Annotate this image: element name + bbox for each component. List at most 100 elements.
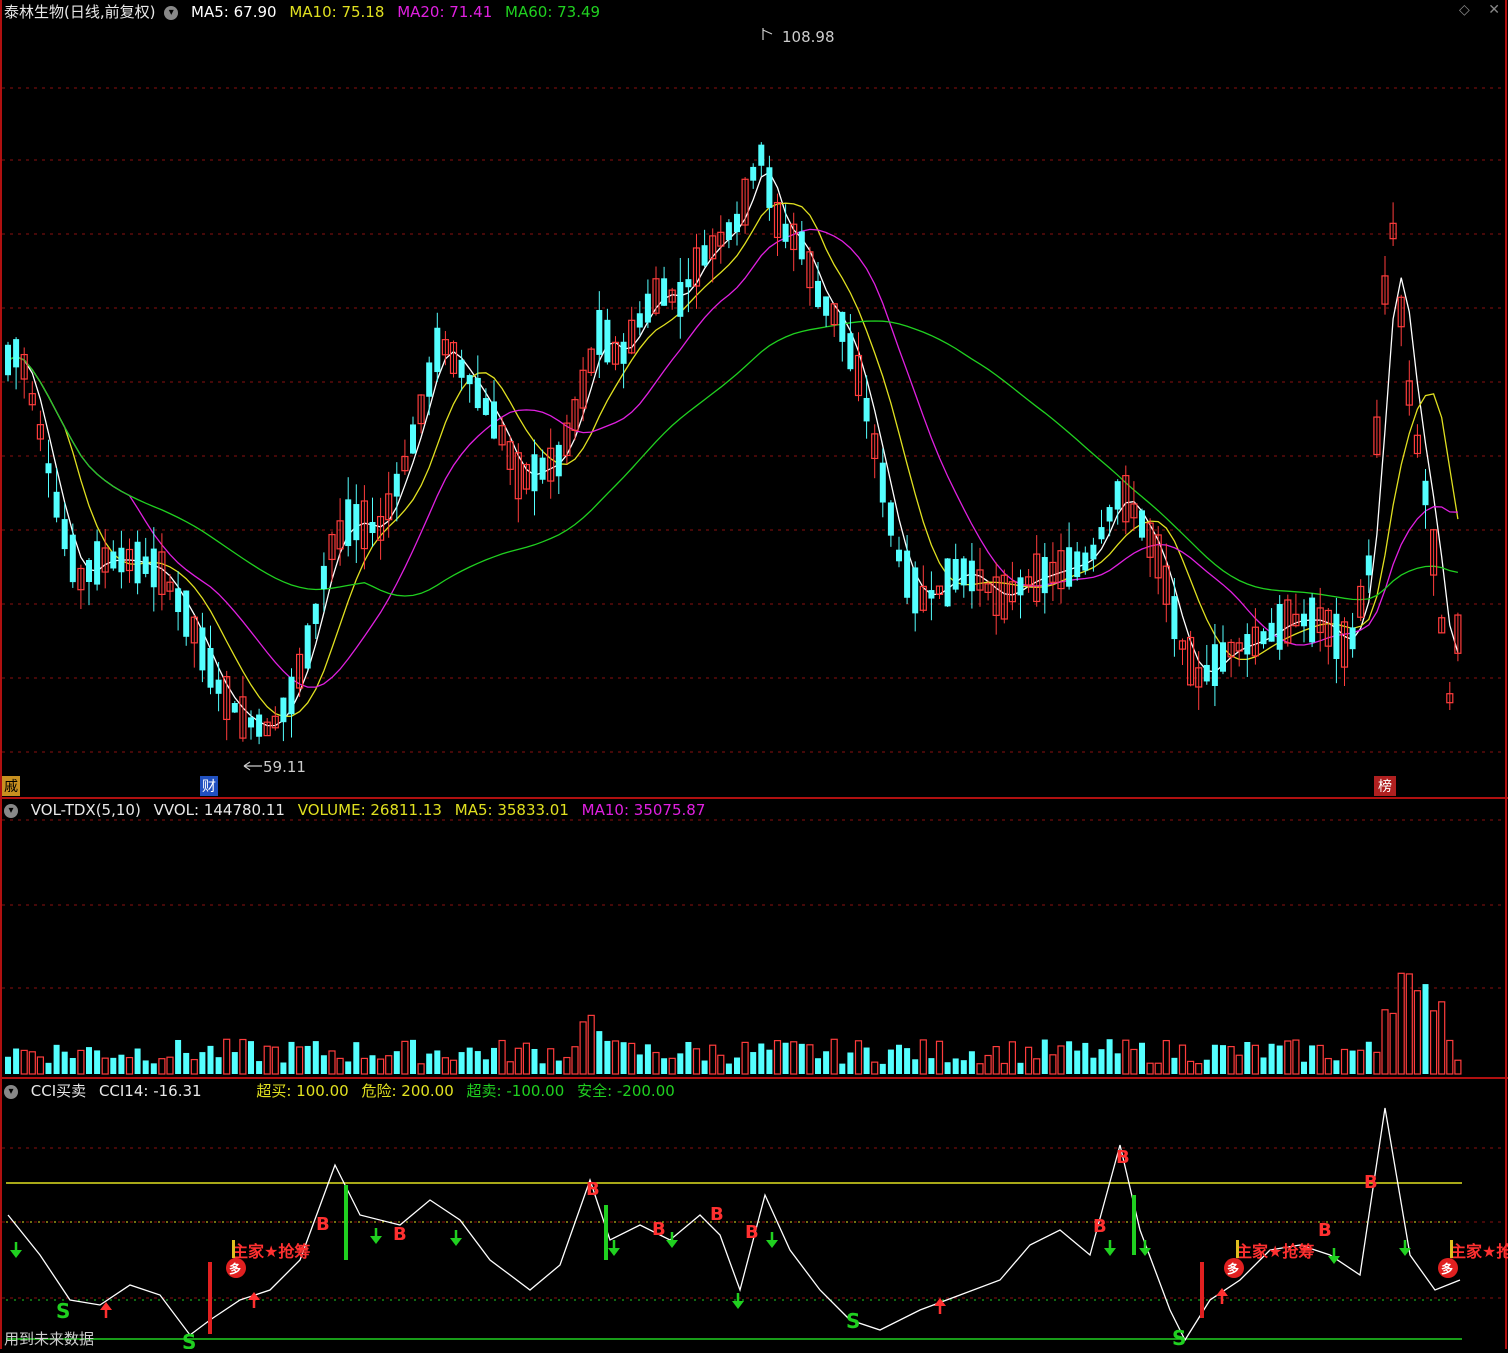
candle-body [1333, 613, 1340, 660]
candle-body [320, 565, 327, 589]
candle-body [94, 541, 101, 585]
stock-title: 泰林生物(日线,前复权) [4, 3, 156, 21]
volume-bar [410, 1039, 416, 1074]
candle-body [491, 401, 497, 439]
candle-body [1090, 544, 1097, 560]
candle-body [1139, 510, 1145, 538]
candle-body [353, 504, 360, 541]
candle-body [1268, 622, 1275, 642]
volume-bar [61, 1051, 68, 1074]
volume-bar [434, 1050, 441, 1074]
candle-body [904, 550, 911, 598]
chevron-down-icon[interactable]: ▾ [4, 1084, 18, 1099]
volume-bar [887, 1049, 894, 1074]
cci-panel-header: ▾ CCI买卖 CCI14: -16.31 超买: 100.00 危险: 200… [4, 1081, 683, 1101]
candle-body [604, 319, 611, 363]
candle-body [1211, 644, 1218, 687]
stock-chart[interactable]: BBBBBBBBBBSSSS多多多主家★抢筹主家★抢筹主家★抢筹 108.98 … [0, 0, 1508, 1353]
future-data-note: 用到未来数据 [4, 1330, 95, 1348]
candle-body [636, 313, 643, 328]
candle-body [175, 588, 182, 613]
volume-panel-header: ▾ VOL-TDX(5,10) VVOL: 144780.11 VOLUME: … [4, 800, 713, 820]
volume-bar [134, 1048, 141, 1074]
volume-bar [142, 1060, 149, 1074]
volume-bar [1171, 1057, 1178, 1074]
candle-body [1422, 480, 1429, 506]
volume-bar [604, 1040, 611, 1074]
candle-body [887, 502, 894, 536]
volume-bar [677, 1053, 684, 1074]
candle-body [86, 559, 92, 583]
chart-canvas[interactable]: BBBBBBBBBBSSSS多多多主家★抢筹主家★抢筹主家★抢筹 108.98 … [0, 0, 1508, 1353]
finance-event-tag[interactable]: 财 [200, 776, 218, 796]
volume-bar [1333, 1060, 1340, 1074]
volume-bar [280, 1062, 287, 1074]
volume-bar [353, 1042, 360, 1074]
candle-body [1244, 634, 1251, 655]
candle-body [369, 521, 376, 534]
candle-body [782, 223, 789, 242]
oversold-value: 超卖: -100.00 [466, 1082, 565, 1100]
signal-bar [1450, 1240, 1453, 1258]
volume-bar [207, 1045, 214, 1074]
candle-body [458, 359, 465, 378]
volume-bar [215, 1057, 222, 1074]
candle-body [952, 558, 959, 590]
candle-body [1301, 613, 1307, 627]
sell-marker: S [182, 1330, 196, 1349]
ma60-value: MA60: 73.49 [505, 3, 601, 21]
candle-body [1309, 597, 1316, 643]
volume-bar [175, 1039, 182, 1074]
volume-bar [45, 1062, 52, 1074]
chevron-down-icon[interactable]: ▾ [4, 803, 18, 818]
volume-bar [968, 1051, 975, 1074]
duo-badge-label: 多 [1227, 1261, 1239, 1276]
volume-bar [5, 1056, 11, 1074]
candle [1139, 508, 1145, 541]
volume-bar [1301, 1061, 1307, 1074]
volume-bar [896, 1044, 902, 1074]
diamond-icon[interactable]: ◇ [1459, 2, 1470, 18]
vol-ma10-value: MA10: 35075.87 [581, 801, 706, 819]
close-icon[interactable]: ✕ [1488, 2, 1500, 18]
candle-body [410, 424, 416, 454]
candle-body [256, 714, 263, 737]
ranking-event-tag[interactable]: 榜 [1374, 776, 1396, 796]
volume-bar [685, 1041, 692, 1074]
buy-marker: B [586, 1179, 600, 1200]
candle-body [555, 444, 562, 477]
volume-bar [758, 1043, 765, 1074]
candle [944, 558, 951, 607]
volume-bar [1276, 1045, 1283, 1074]
chevron-down-icon[interactable]: ▾ [164, 5, 179, 20]
candle-body [839, 311, 846, 342]
main-buying-label: 主家★抢筹 [232, 1242, 310, 1261]
candle-body [725, 222, 732, 241]
volume-bar [304, 1045, 311, 1074]
volume-bar [766, 1049, 773, 1074]
left-event-tag[interactable]: 戚 [2, 776, 20, 796]
volume-bar [798, 1043, 805, 1074]
candle-body [110, 551, 117, 569]
candle-body [798, 231, 805, 260]
duo-badge-label: 多 [229, 1261, 241, 1276]
candle-body [288, 676, 295, 715]
candle-body [531, 454, 538, 492]
duo-badge-label: 多 [1441, 1261, 1453, 1276]
candle-body [45, 463, 52, 474]
volume-bar [863, 1047, 870, 1074]
volume-bar [1041, 1039, 1048, 1074]
candle [304, 623, 311, 671]
volume-indicator-name[interactable]: VOL-TDX(5,10) [31, 801, 141, 819]
ma20-value: MA20: 71.41 [397, 3, 493, 21]
candle-body [1074, 551, 1081, 578]
candle-body [248, 717, 254, 728]
volume-bar [482, 1059, 489, 1074]
candle-body [215, 679, 222, 694]
danger-value: 危险: 200.00 [361, 1082, 454, 1100]
candle-body [596, 310, 603, 355]
volume-bar [823, 1051, 830, 1074]
signal-bar [604, 1205, 608, 1260]
buy-marker: B [1364, 1172, 1378, 1193]
cci-indicator-name[interactable]: CCI买卖 [31, 1082, 86, 1100]
